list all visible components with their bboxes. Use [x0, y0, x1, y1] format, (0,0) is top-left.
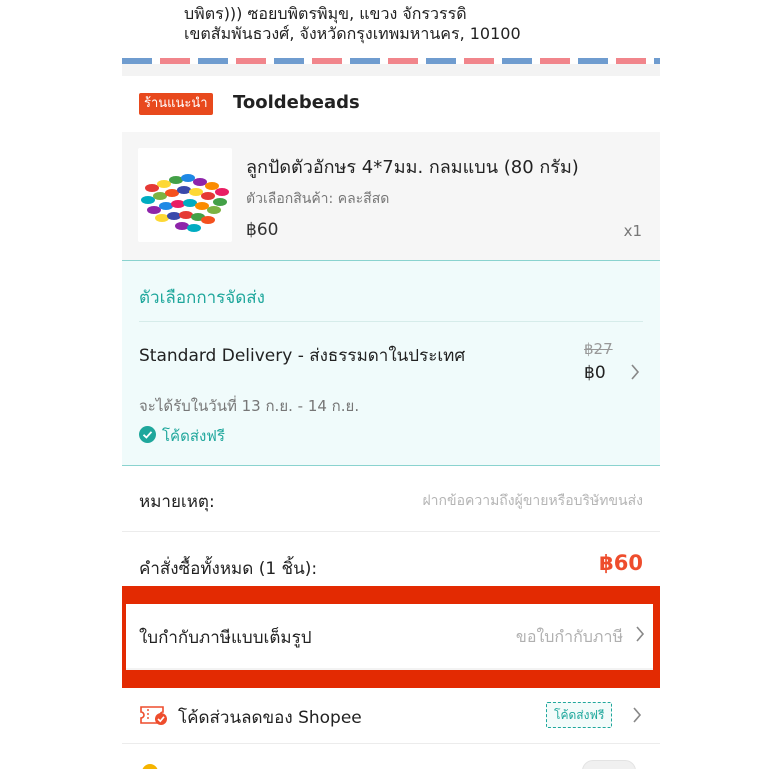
product-price: ฿60 — [246, 220, 279, 240]
coins-row[interactable] — [122, 744, 660, 769]
shipping-price: ฿0 — [584, 363, 606, 383]
tax-invoice-highlight: ใบกำกับภาษีแบบเต็มรูป ขอใบกำกับภาษี — [122, 586, 660, 688]
shop-header[interactable]: ร้านแนะนำ Tooldebeads — [122, 76, 660, 132]
order-total-row: คำสั่งซื้อทั้งหมด (1 ชิ้น): ฿60 — [122, 532, 660, 586]
product-name: ลูกปัดตัวอักษร 4*7มม. กลมแบน (80 กรัม) — [246, 157, 579, 178]
note-label: หมายเหตุ: — [139, 492, 215, 512]
product-quantity: x1 — [623, 222, 642, 240]
product-variant: ตัวเลือกสินค้า: คละสีสด — [246, 191, 390, 207]
delivery-address[interactable]: บพิตร))) ซอยบพิตรพิมุข, แขวง จักรวรรดิ เ… — [122, 0, 660, 58]
chevron-right-icon[interactable] — [632, 707, 642, 727]
free-shipping-tag: โค้ดส่งฟรี — [546, 702, 613, 728]
check-circle-icon — [139, 425, 156, 447]
address-line-2: เขตสัมพันธวงศ์, จังหวัดกรุงเทพมหานคร, 10… — [184, 24, 521, 43]
free-shipping-note: โค้ดส่งฟรี — [139, 424, 225, 448]
shipping-divider — [139, 321, 643, 322]
voucher-ticket-icon — [139, 703, 169, 731]
product-item[interactable]: ลูกปัดตัวอักษร 4*7มม. กลมแบน (80 กรัม) ต… — [122, 132, 660, 260]
shipping-method: Standard Delivery - ส่งธรรมดาในประเทศ — [139, 346, 466, 366]
tax-invoice-row[interactable]: ใบกำกับภาษีแบบเต็มรูป ขอใบกำกับภาษี — [126, 604, 653, 668]
tax-invoice-hint[interactable]: ขอใบกำกับภาษี — [516, 625, 623, 650]
row-divider — [126, 668, 653, 670]
shipping-title: ตัวเลือกการจัดส่ง — [139, 288, 265, 308]
chevron-right-icon[interactable] — [630, 364, 640, 384]
tax-invoice-label: ใบกำกับภาษีแบบเต็มรูป — [139, 628, 312, 648]
product-image — [138, 148, 232, 242]
shop-name[interactable]: Tooldebeads — [233, 92, 360, 113]
free-shipping-label: โค้ดส่งฟรี — [162, 427, 225, 445]
shopee-voucher-row[interactable]: โค้ดส่วนลดของ Shopee โค้ดส่งฟรี — [122, 688, 660, 744]
shipping-original-price: ฿27 — [584, 340, 613, 358]
order-total-label: คำสั่งซื้อทั้งหมด (1 ชิ้น): — [139, 559, 318, 579]
coins-toggle[interactable] — [582, 760, 636, 769]
order-total-value: ฿60 — [599, 551, 643, 575]
note-row[interactable]: หมายเหตุ: ฝากข้อความถึงผู้ขายหรือบริษัทข… — [122, 466, 660, 532]
voucher-label: โค้ดส่วนลดของ Shopee — [178, 708, 362, 728]
chevron-right-icon[interactable] — [635, 626, 645, 646]
note-input[interactable]: ฝากข้อความถึงผู้ขายหรือบริษัทขนส่ง — [422, 490, 643, 512]
coin-icon — [142, 764, 158, 769]
section-gap — [122, 64, 660, 76]
shipping-option[interactable]: ตัวเลือกการจัดส่ง Standard Delivery - ส่… — [122, 260, 660, 466]
delivery-date: จะได้รับในวันที่ 13 ก.ย. - 14 ก.ย. — [139, 397, 360, 415]
preferred-shop-badge: ร้านแนะนำ — [139, 93, 213, 115]
